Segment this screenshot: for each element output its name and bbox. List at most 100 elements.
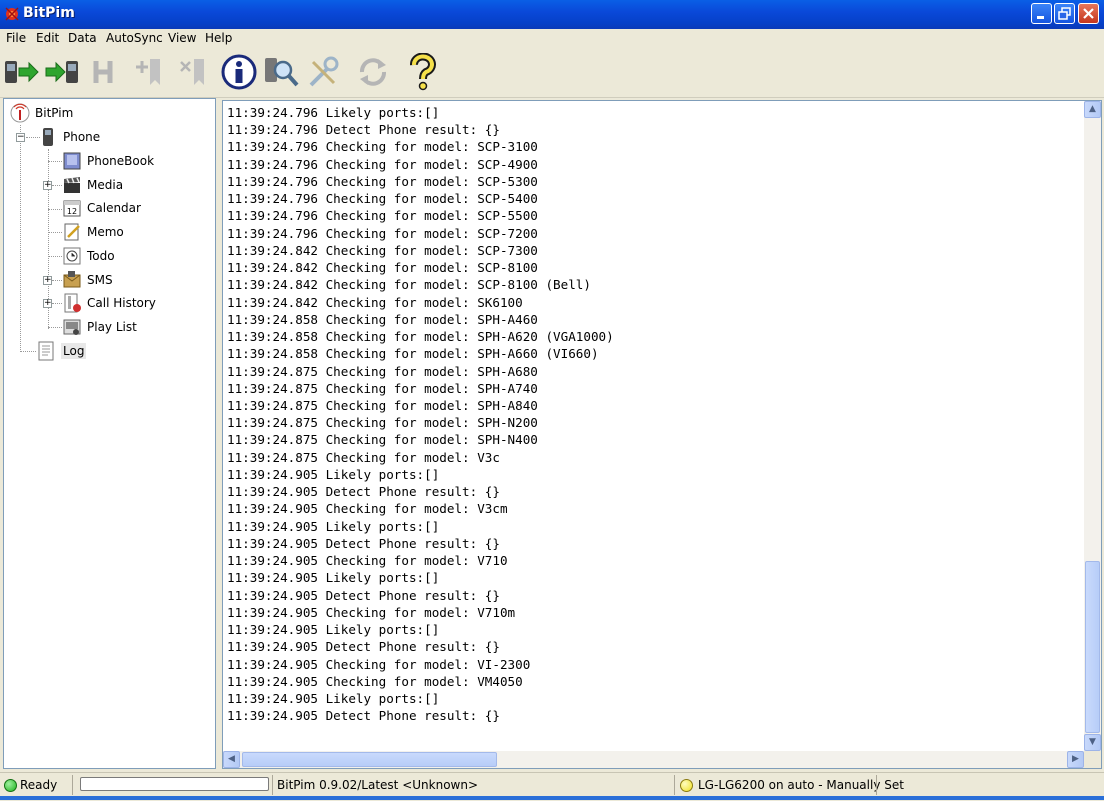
status-divider [272, 775, 273, 795]
log-line: 11:39:24.905 Likely ports:[] [227, 690, 440, 706]
phone-icon [43, 128, 53, 146]
log-line: 11:39:24.875 Checking for model: SPH-N20… [227, 415, 538, 431]
tree-node-memo[interactable]: Memo [62, 221, 124, 243]
taskbar-strip [0, 796, 1104, 800]
log-line: 11:39:24.905 Checking for model: VM4050 [227, 673, 523, 689]
tree-label-phone: Phone [63, 130, 101, 144]
status-divider [674, 775, 675, 795]
help-icon[interactable] [404, 53, 442, 91]
find-phone-icon[interactable] [262, 53, 300, 91]
toolbar [0, 49, 1104, 98]
scroll-down-button[interactable]: ▼ [1084, 734, 1101, 751]
tree-node-sms[interactable]: SMS [62, 269, 113, 291]
log-line: 11:39:24.905 Likely ports:[] [227, 466, 440, 482]
log-line: 11:39:24.842 Checking for model: SCP-730… [227, 242, 538, 258]
log-line: 11:39:24.905 Detect Phone result: {} [227, 535, 500, 551]
ready-indicator-icon [4, 779, 17, 792]
tree-node-phonebook[interactable]: PhoneBook [62, 150, 154, 172]
log-line: 11:39:24.905 Checking for model: VI-2300 [227, 656, 531, 672]
log-line: 11:39:24.875 Checking for model: SPH-A84… [227, 397, 538, 413]
window-title: BitPim [23, 5, 75, 21]
log-line: 11:39:24.905 Detect Phone result: {} [227, 708, 500, 724]
log-line: 11:39:24.842 Checking for model: SK6100 [227, 294, 523, 310]
log-line: 11:39:24.875 Checking for model: SPH-A68… [227, 363, 538, 379]
log-line: 11:39:24.875 Checking for model: SPH-A74… [227, 380, 538, 396]
settings-icon[interactable] [304, 53, 342, 91]
log-line: 11:39:24.905 Checking for model: V710 [227, 553, 508, 569]
add-entry-icon[interactable] [132, 53, 170, 91]
log-line: 11:39:24.858 Checking for model: SPH-A66… [227, 346, 599, 362]
vertical-scrollbar[interactable]: ▲ ▼ [1084, 101, 1101, 751]
tree-node-call-history[interactable]: Call History [62, 292, 156, 314]
progress-bar [80, 777, 269, 791]
status-ready: Ready [20, 778, 58, 792]
tree-label-play-list: Play List [87, 320, 137, 334]
menu-help[interactable]: Help [205, 31, 232, 45]
scroll-left-button[interactable]: ◀ [223, 751, 240, 768]
scroll-corner [1084, 751, 1101, 768]
menu-file[interactable]: File [6, 31, 26, 45]
minimize-button[interactable] [1031, 3, 1052, 24]
close-button[interactable] [1078, 3, 1099, 24]
status-divider [876, 775, 877, 795]
log-line: 11:39:24.875 Checking for model: V3c [227, 449, 500, 465]
collapse-phone-toggle[interactable]: − [16, 133, 25, 142]
log-line: 11:39:24.905 Detect Phone result: {} [227, 587, 500, 603]
get-phone-data-icon[interactable] [2, 53, 40, 91]
status-phone: LG-LG6200 on auto - Manually Set [698, 778, 904, 792]
title-bar[interactable]: BitPim [0, 0, 1104, 29]
bitpim-logo-icon [5, 7, 19, 21]
tree-label-log: Log [61, 343, 87, 359]
play-list-icon [63, 319, 81, 335]
media-clapboard-icon [64, 177, 80, 193]
expand-sms-toggle[interactable]: + [43, 276, 52, 285]
expand-call-history-toggle[interactable]: + [43, 299, 52, 308]
scroll-up-button[interactable]: ▲ [1084, 101, 1101, 118]
refresh-icon[interactable] [354, 53, 392, 91]
minimize-icon [1037, 16, 1044, 19]
svg-text:12: 12 [67, 207, 77, 216]
tree-node-calendar[interactable]: 12 Calendar [62, 197, 141, 219]
restore-button[interactable] [1054, 3, 1075, 24]
horizontal-scroll-thumb[interactable] [242, 752, 497, 767]
tree-label-sms: SMS [87, 273, 113, 287]
vertical-scroll-thumb[interactable] [1085, 561, 1100, 733]
bitpim-antenna-icon [10, 103, 30, 123]
expand-media-toggle[interactable]: + [43, 181, 52, 190]
tree-label-todo: Todo [87, 249, 115, 263]
tree-node-play-list[interactable]: Play List [62, 316, 137, 338]
log-line: 11:39:24.796 Detect Phone result: {} [227, 122, 500, 138]
restore-icon [1058, 7, 1071, 20]
menu-edit[interactable]: Edit [36, 31, 59, 45]
log-line: 11:39:24.796 Checking for model: SCP-550… [227, 208, 538, 224]
log-line: 11:39:24.796 Checking for model: SCP-490… [227, 156, 538, 172]
tree-node-log[interactable]: Log [36, 340, 87, 362]
info-icon[interactable] [220, 53, 258, 91]
send-phone-data-icon[interactable] [44, 53, 82, 91]
memo-icon [64, 223, 80, 241]
log-panel[interactable]: 11:39:24.796 Likely ports:[] 11:39:24.796… [222, 100, 1102, 769]
phonebook-icon [63, 152, 81, 170]
history-icon[interactable] [86, 53, 124, 91]
menu-autosync[interactable]: AutoSync [106, 31, 163, 45]
tree-node-phone[interactable]: Phone [38, 126, 100, 148]
tree-node-bitpim[interactable]: BitPim [10, 102, 73, 124]
tree-node-todo[interactable]: Todo [62, 245, 115, 267]
horizontal-scrollbar[interactable]: ◀ ▶ [223, 751, 1084, 768]
tree-label-media: Media [87, 178, 124, 192]
delete-entry-icon[interactable] [176, 53, 214, 91]
log-line: 11:39:24.905 Checking for model: V710m [227, 604, 516, 620]
menu-data[interactable]: Data [68, 31, 97, 45]
menu-bar: File Edit Data AutoSync View Help [0, 29, 1104, 49]
log-line: 11:39:24.842 Checking for model: SCP-810… [227, 277, 591, 293]
scroll-right-button[interactable]: ▶ [1067, 751, 1084, 768]
log-line: 11:39:24.905 Checking for model: V3cm [227, 501, 508, 517]
log-line: 11:39:24.796 Likely ports:[] [227, 105, 440, 120]
log-line: 11:39:24.905 Likely ports:[] [227, 570, 440, 586]
log-line: 11:39:24.858 Checking for model: SPH-A62… [227, 329, 614, 345]
log-line: 11:39:24.905 Detect Phone result: {} [227, 484, 500, 500]
menu-view[interactable]: View [168, 31, 196, 45]
status-divider [72, 775, 73, 795]
tree-node-media[interactable]: Media [62, 174, 123, 196]
log-line: 11:39:24.842 Checking for model: SCP-810… [227, 260, 538, 276]
